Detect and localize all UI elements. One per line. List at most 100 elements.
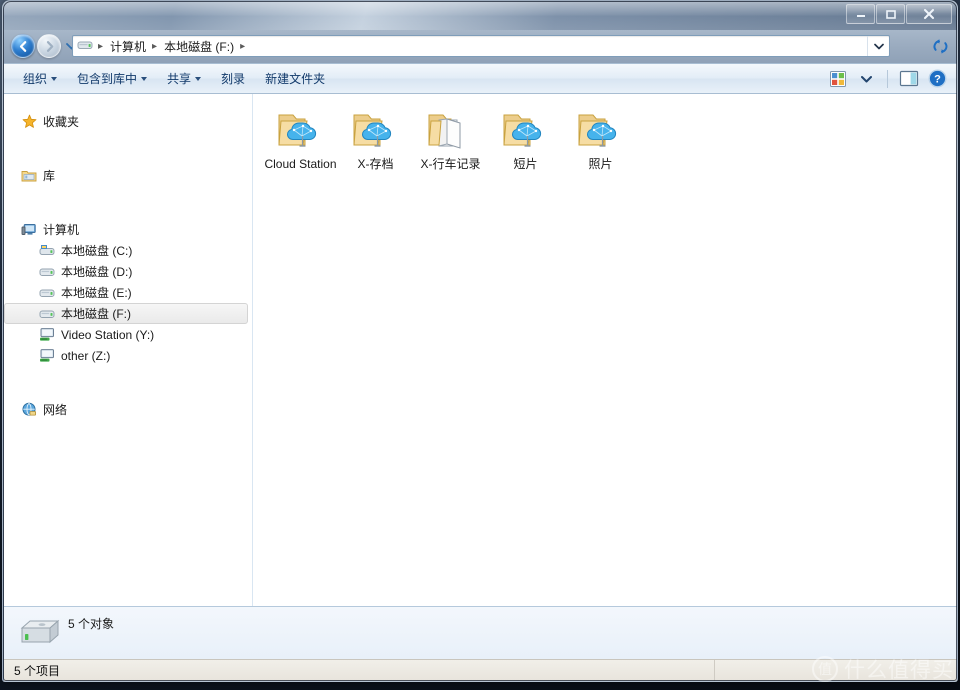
- sidebar-item-other-z[interactable]: other (Z:): [4, 345, 252, 366]
- library-icon: [21, 168, 37, 184]
- navigation-pane[interactable]: 收藏夹 库 计算机 本地磁盘 (C:) 本地磁盘 (D:) 本地磁盘 (E:) …: [4, 94, 253, 606]
- view-mode-dropdown-button[interactable]: [853, 67, 879, 91]
- sidebar-item-drive-f[interactable]: 本地磁盘 (F:): [4, 303, 248, 324]
- svg-text:?: ?: [934, 74, 941, 86]
- folder-cloud-icon: [350, 108, 402, 152]
- sidebar-label: 本地磁盘 (E:): [61, 286, 132, 300]
- view-mode-icon: [830, 70, 846, 87]
- refresh-button[interactable]: [928, 35, 952, 57]
- include-in-library-button[interactable]: 包含到库中: [68, 67, 156, 91]
- file-item[interactable]: 短片: [488, 106, 563, 172]
- new-folder-button[interactable]: 新建文件夹: [256, 67, 334, 91]
- nav-group-libraries: 库: [4, 165, 252, 186]
- nav-group-favorites: 收藏夹: [4, 111, 252, 132]
- folder-cloud-icon: [275, 108, 327, 152]
- toolbar-right-group: ?: [825, 67, 957, 91]
- sidebar-item-video-station[interactable]: Video Station (Y:): [4, 324, 252, 345]
- breadcrumb-dropdown-button[interactable]: [867, 36, 889, 56]
- back-button[interactable]: [11, 34, 35, 58]
- file-item[interactable]: 照片: [563, 106, 638, 172]
- breadcrumb-separator: ▸: [98, 40, 104, 52]
- toolbar: 组织 包含到库中 共享 刻录 新建文件夹 ?: [4, 63, 957, 94]
- computer-icon: [21, 222, 37, 238]
- navigation-buttons: [11, 34, 78, 58]
- chevron-down-icon: [141, 76, 148, 81]
- file-items-container: Cloud Station X-存档 X-行车记录 短片 照片: [253, 94, 957, 172]
- hard-drive-icon: [4, 616, 62, 650]
- file-item-label: X-存档: [357, 157, 394, 171]
- help-button[interactable]: ?: [924, 67, 950, 91]
- file-item[interactable]: X-存档: [338, 106, 413, 172]
- sidebar-item-drive-c[interactable]: 本地磁盘 (C:): [4, 240, 252, 261]
- folder-cloud-icon: [500, 108, 552, 152]
- share-label: 共享: [167, 72, 192, 86]
- sidebar-label: other (Z:): [61, 348, 111, 363]
- sidebar-label: Video Station (Y:): [61, 327, 155, 342]
- maximize-button[interactable]: [876, 4, 905, 24]
- toolbar-separator: [887, 69, 888, 88]
- drive-icon: [39, 264, 55, 280]
- sidebar-label: 本地磁盘 (C:): [61, 244, 133, 258]
- sidebar-item-drive-e[interactable]: 本地磁盘 (E:): [4, 282, 252, 303]
- drive-icon: [39, 285, 55, 301]
- file-list-area[interactable]: Cloud Station X-存档 X-行车记录 短片 照片: [253, 94, 957, 606]
- file-item-label: 短片: [513, 157, 538, 171]
- network-icon: [21, 402, 37, 418]
- preview-pane-icon: [899, 70, 919, 87]
- help-icon: ?: [927, 69, 947, 88]
- file-item[interactable]: Cloud Station: [263, 106, 338, 172]
- breadcrumb-item-drive-f[interactable]: 本地磁盘 (F:): [161, 36, 237, 56]
- folder-cloud-icon: [575, 108, 627, 152]
- status-bar-text: 5 个项目: [14, 664, 61, 678]
- drive-icon: [77, 38, 93, 55]
- sidebar-item-drive-d[interactable]: 本地磁盘 (D:): [4, 261, 252, 282]
- star-icon: [21, 114, 37, 130]
- preview-pane-button[interactable]: [896, 67, 922, 91]
- chevron-down-icon: [51, 76, 58, 81]
- file-item[interactable]: X-行车记录: [413, 106, 488, 172]
- minimize-button[interactable]: [846, 4, 875, 24]
- nav-group-network: 网络: [4, 399, 252, 420]
- sidebar-label: 库: [43, 169, 56, 183]
- organize-button[interactable]: 组织: [14, 67, 66, 91]
- view-mode-button[interactable]: [825, 67, 851, 91]
- details-pane: 5 个对象: [4, 606, 957, 659]
- file-item-label: Cloud Station: [264, 157, 337, 171]
- title-bar[interactable]: [3, 1, 957, 30]
- organize-label: 组织: [23, 72, 48, 86]
- new-folder-label: 新建文件夹: [265, 72, 326, 86]
- file-item-label: X-行车记录: [420, 157, 481, 171]
- forward-arrow-icon: [46, 40, 53, 52]
- share-button[interactable]: 共享: [158, 67, 210, 91]
- close-icon: [923, 8, 935, 20]
- drive-icon: [39, 306, 55, 322]
- breadcrumb-item-computer[interactable]: 计算机: [107, 36, 149, 56]
- sidebar-item-computer[interactable]: 计算机: [4, 219, 252, 240]
- back-arrow-icon: [19, 40, 26, 52]
- system-drive-icon: [39, 243, 55, 259]
- sidebar-item-favorites[interactable]: 收藏夹: [4, 111, 252, 132]
- breadcrumb[interactable]: ▸ 计算机 ▸ 本地磁盘 (F:) ▸: [72, 35, 890, 57]
- chevron-down-icon: [195, 76, 202, 81]
- status-bar-divider: [714, 660, 715, 681]
- refresh-icon: [932, 38, 947, 54]
- burn-button[interactable]: 刻录: [212, 67, 254, 91]
- close-button[interactable]: [906, 4, 952, 24]
- sidebar-item-libraries[interactable]: 库: [4, 165, 252, 186]
- folder-open-icon: [425, 108, 477, 152]
- explorer-body: 收藏夹 库 计算机 本地磁盘 (C:) 本地磁盘 (D:) 本地磁盘 (E:) …: [4, 94, 957, 606]
- sidebar-label: 网络: [43, 403, 68, 417]
- network-drive-icon: [39, 348, 55, 364]
- sidebar-item-network[interactable]: 网络: [4, 399, 252, 420]
- network-drive-icon: [39, 327, 55, 343]
- explorer-window: ▸ 计算机 ▸ 本地磁盘 (F:) ▸ 组织 包含到库中 共享 刻录 新建文件夹…: [2, 0, 958, 682]
- forward-button[interactable]: [37, 34, 61, 58]
- breadcrumb-separator: ▸: [152, 40, 158, 52]
- file-item-label: 照片: [588, 157, 613, 171]
- sidebar-label: 收藏夹: [43, 115, 80, 129]
- include-in-library-label: 包含到库中: [77, 72, 138, 86]
- chevron-down-icon: [860, 75, 872, 82]
